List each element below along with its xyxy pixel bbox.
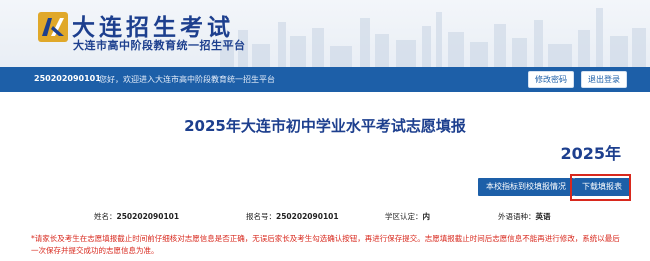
language-field: 外语语种：英语 [498,211,551,222]
user-id: 250202090101 [34,74,101,83]
language-value: 英语 [535,212,551,221]
highlight-box [570,174,631,201]
name-field: 姓名：250202090101 [94,211,179,222]
language-label: 外语语种： [498,212,536,221]
info-bar: 250202090101 您好，欢迎进入大连市高中阶段教育统一招生平台 修改密码… [0,67,650,92]
quota-status-button[interactable]: 本校指标到校填报情况 [478,178,574,196]
welcome-text: 您好，欢迎进入大连市高中阶段教育统一招生平台 [99,75,275,84]
exam-no-value: 250202090101 [276,212,339,221]
change-password-button[interactable]: 修改密码 [528,71,574,88]
exam-no-label: 报名号： [246,212,276,221]
logout-button[interactable]: 退出登录 [581,71,627,88]
page-title: 2025年大连市初中学业水平考试志愿填报 [184,117,466,135]
site-subtitle: 大连市高中阶段教育统一招生平台 [73,39,246,52]
district-field: 学区认定：内 [385,211,430,222]
year-label: 2025年 [560,144,621,163]
name-value: 250202090101 [116,212,180,221]
district-label: 学区认定： [385,212,423,221]
header-banner: 大连招生考试 大连市高中阶段教育统一招生平台 [0,0,650,67]
exam-no-field: 报名号：250202090101 [246,211,339,222]
city-skyline-decoration [220,8,646,67]
logo-icon [38,12,68,42]
district-value: 内 [422,212,431,221]
notice-text: *请家长及考生在志愿填报截止时间前仔细核对志愿信息是否正确，无误后家长及考生勾选… [31,234,620,255]
name-label: 姓名： [94,212,117,221]
